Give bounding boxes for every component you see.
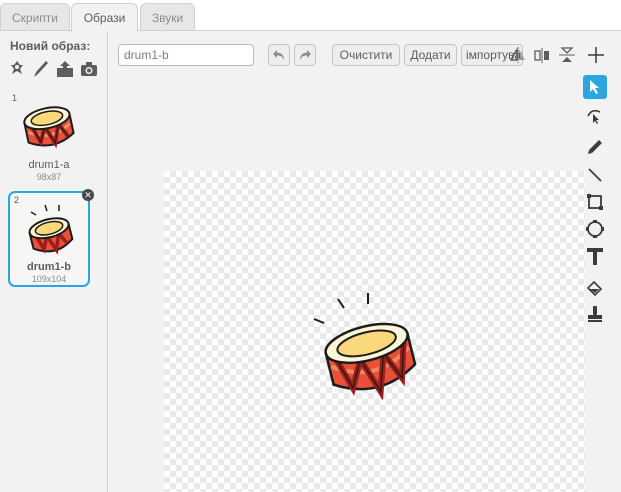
rectangle-tool[interactable] (583, 190, 607, 214)
pencil-icon (588, 140, 602, 154)
flip-horizontal-icon (509, 47, 525, 63)
add-button[interactable]: Додати (404, 44, 457, 66)
costume-name-input[interactable] (118, 44, 254, 66)
set-center-icon (588, 47, 604, 63)
tab-scripts[interactable]: Скрипти (0, 3, 70, 31)
paint-editor: Очистити Додати імпортувати (108, 30, 621, 492)
costume-image (10, 199, 88, 257)
stamp-tool[interactable] (583, 302, 607, 326)
costume-name: drum1-a (28, 159, 70, 171)
flip-horizontal-button[interactable] (506, 43, 530, 67)
reshape-icon (587, 109, 601, 124)
set-center-button[interactable] (584, 43, 608, 67)
fill-tool[interactable] (583, 277, 607, 301)
text-tool[interactable] (583, 244, 607, 268)
stamp-icon (588, 306, 602, 322)
camera-icon[interactable] (80, 59, 98, 79)
flip-horizontal-alt-button[interactable] (530, 43, 554, 67)
reshape-tool[interactable] (583, 103, 607, 127)
tab-bar: Скрипти Образи Звуки (0, 0, 621, 32)
drum-drawing (313, 293, 417, 401)
new-costume-icons (8, 59, 98, 79)
line-icon (588, 168, 602, 182)
fill-bucket-icon (586, 280, 603, 297)
ellipse-tool[interactable] (583, 217, 607, 241)
undo-icon (273, 50, 284, 60)
flip-vertical-icon (559, 47, 575, 62)
select-tool[interactable] (583, 75, 607, 99)
sprite-library-icon[interactable] (8, 59, 26, 79)
tab-sounds[interactable]: Звуки (140, 3, 195, 31)
costume-name: drum1-b (27, 261, 71, 273)
redo-button[interactable] (294, 44, 316, 66)
select-arrow-icon (590, 80, 599, 94)
costume-size: 98x87 (36, 172, 62, 182)
tab-costumes[interactable]: Образи (71, 3, 138, 32)
undo-button[interactable] (268, 44, 290, 66)
redo-icon (300, 50, 311, 60)
costume-thumbnail-1[interactable]: 1 drum1-a 98x87 (8, 91, 90, 187)
rectangle-icon (587, 194, 603, 210)
new-costume-label: Новий образ: (10, 39, 91, 53)
drawing-canvas[interactable] (164, 171, 585, 492)
costume-size: 109x104 (31, 274, 67, 284)
paint-brush-icon[interactable] (32, 59, 50, 79)
ellipse-icon (586, 220, 604, 238)
costume-list-panel: Новий образ: 1 drum1-a 98x87 2 ✕ drum1-b… (0, 30, 108, 492)
line-tool[interactable] (583, 163, 607, 187)
flip-horizontal-alt-icon (534, 48, 549, 63)
costume-image (8, 97, 90, 155)
flip-vertical-button[interactable] (555, 43, 579, 67)
clear-button[interactable]: Очистити (332, 44, 400, 66)
upload-icon[interactable] (56, 59, 74, 79)
text-icon (587, 248, 603, 265)
costume-thumbnail-2[interactable]: 2 ✕ drum1-b 109x104 (8, 189, 94, 287)
pencil-tool[interactable] (583, 135, 607, 159)
